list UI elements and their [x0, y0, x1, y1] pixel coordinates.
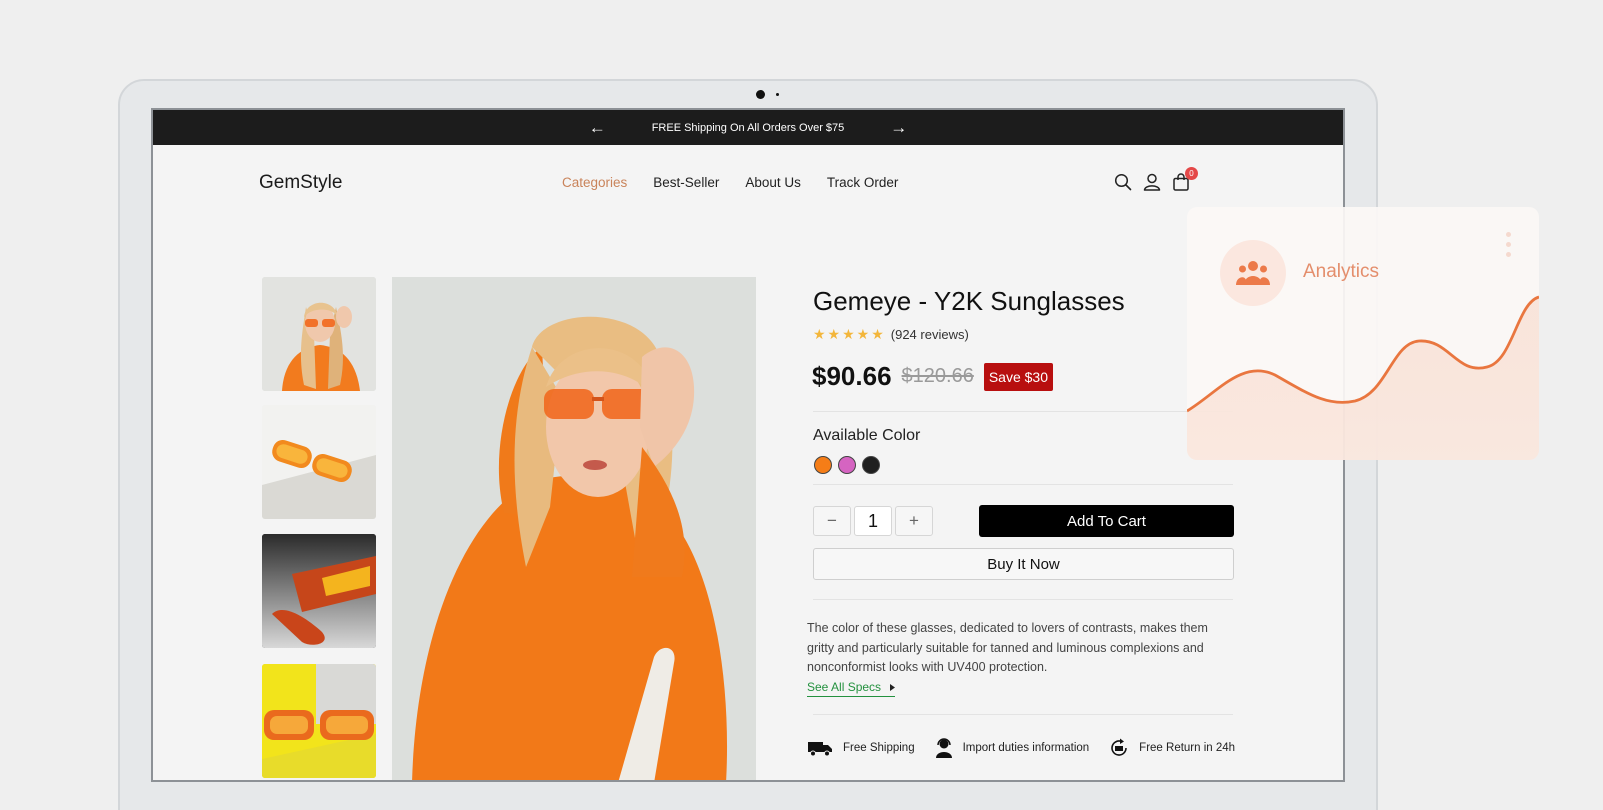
product-main-image[interactable] [392, 277, 756, 780]
product-title: Gemeye - Y2K Sunglasses [813, 286, 1125, 316]
color-swatches [814, 456, 880, 474]
return-24h-icon [1111, 738, 1127, 756]
qty-input[interactable]: 1 [854, 506, 892, 536]
search-icon[interactable] [1113, 172, 1133, 192]
analytics-trend-line [1187, 295, 1539, 460]
nav-item-best-seller[interactable]: Best-Seller [653, 175, 719, 190]
main-nav: Categories Best-Seller About Us Track Or… [562, 175, 898, 190]
thumbnail-glasses-white[interactable] [262, 405, 376, 519]
site-header: GemStyle Categories Best-Seller About Us… [153, 145, 1343, 217]
qty-decrease-button[interactable]: − [813, 506, 851, 536]
camera-icon [756, 90, 765, 99]
feature-row: Free Shipping Import duties information … [807, 738, 1243, 758]
current-price: $90.66 [812, 361, 892, 391]
specs-link-label: See All Specs [807, 680, 882, 694]
user-icon[interactable] [1142, 172, 1162, 192]
color-swatch-black[interactable] [862, 456, 880, 474]
support-agent-icon [935, 738, 952, 758]
feature-label: Free Shipping [843, 742, 915, 754]
header-icons: 0 [1113, 167, 1198, 192]
star-rating-icon: ★★★★★ [813, 326, 886, 342]
cart-icon[interactable]: 0 [1171, 167, 1198, 192]
divider [813, 599, 1233, 600]
arrow-left-icon[interactable]: ← [589, 119, 606, 136]
nav-item-categories[interactable]: Categories [562, 175, 627, 190]
truck-icon [808, 742, 832, 757]
review-count[interactable]: (924 reviews) [891, 327, 969, 342]
nav-item-about-us[interactable]: About Us [745, 175, 801, 190]
quantity-stepper: − 1 + [813, 506, 933, 536]
divider [813, 411, 1233, 412]
cart-count-badge: 0 [1185, 167, 1198, 180]
color-swatch-orange[interactable] [814, 456, 832, 474]
original-price: $120.66 [901, 365, 974, 387]
divider [813, 484, 1233, 485]
color-swatch-pink[interactable] [838, 456, 856, 474]
nav-item-track-order[interactable]: Track Order [827, 175, 899, 190]
rating: ★★★★★ (924 reviews) [813, 326, 969, 343]
feature-free-return: Free Return in 24h [1109, 738, 1235, 758]
thumbnail-glasses-dark[interactable] [262, 534, 376, 648]
analytics-card[interactable]: Analytics [1187, 207, 1539, 460]
browser-screen: ← FREE Shipping On All Orders Over $75 →… [151, 108, 1345, 782]
announcement-bar: ← FREE Shipping On All Orders Over $75 → [153, 110, 1343, 145]
camera-sensor-icon [776, 93, 779, 96]
arrow-right-icon[interactable]: → [890, 119, 907, 136]
thumbnail-glasses-yellow[interactable] [262, 664, 376, 778]
feature-label: Free Return in 24h [1139, 742, 1236, 754]
save-badge: Save $30 [983, 362, 1053, 391]
feature-import-duties: Import duties information [935, 738, 1090, 758]
caret-right-icon [890, 683, 896, 691]
feature-free-shipping: Free Shipping [807, 739, 915, 757]
price-row: $90.66 $120.66 Save $30 [812, 361, 1053, 392]
divider [813, 714, 1233, 715]
color-label: Available Color [813, 427, 921, 444]
qty-increase-button[interactable]: + [895, 506, 933, 536]
product-description: The color of these glasses, dedicated to… [807, 621, 1208, 674]
announcement-text: FREE Shipping On All Orders Over $75 [651, 121, 845, 134]
see-all-specs-link[interactable]: See All Specs [807, 680, 896, 697]
thumbnail-model[interactable] [262, 277, 376, 391]
add-to-cart-button[interactable]: Add To Cart [979, 505, 1234, 537]
logo[interactable]: GemStyle [259, 172, 342, 194]
feature-label: Import duties information [962, 742, 1090, 754]
buy-now-button[interactable]: Buy It Now [813, 548, 1234, 580]
